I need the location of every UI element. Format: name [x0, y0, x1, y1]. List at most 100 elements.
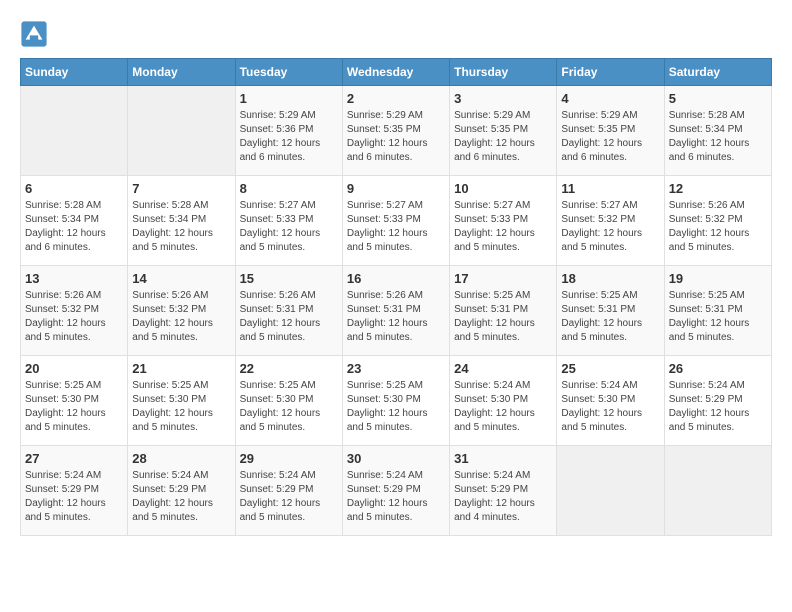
calendar-cell: 7 Sunrise: 5:28 AM Sunset: 5:34 PM Daylig…	[128, 176, 235, 266]
day-number: 1	[240, 91, 338, 106]
day-number: 9	[347, 181, 445, 196]
calendar-cell: 19 Sunrise: 5:25 AM Sunset: 5:31 PM Dayli…	[664, 266, 771, 356]
day-number: 3	[454, 91, 552, 106]
day-info: Sunrise: 5:28 AM Sunset: 5:34 PM Dayligh…	[669, 109, 767, 165]
day-number: 24	[454, 361, 552, 376]
day-number: 26	[669, 361, 767, 376]
day-info: Sunrise: 5:27 AM Sunset: 5:32 PM Dayligh…	[561, 199, 659, 255]
calendar-cell	[21, 86, 128, 176]
day-info: Sunrise: 5:25 AM Sunset: 5:30 PM Dayligh…	[25, 379, 123, 435]
calendar-cell: 23Sunrise: 5:25 AM Sunset: 5:30 PM Dayli…	[342, 356, 449, 446]
day-info: Sunrise: 5:26 AM Sunset: 5:31 PM Dayligh…	[240, 289, 338, 345]
calendar-cell: 21 Sunrise: 5:25 AM Sunset: 5:30 PM Dayli…	[128, 356, 235, 446]
day-info: Sunrise: 5:25 AM Sunset: 5:30 PM Dayligh…	[347, 379, 445, 435]
day-info: Sunrise: 5:24 AM Sunset: 5:30 PM Dayligh…	[561, 379, 659, 435]
logo-icon	[20, 20, 48, 48]
day-info: Sunrise: 5:27 AM Sunset: 5:33 PM Dayligh…	[454, 199, 552, 255]
day-number: 5	[669, 91, 767, 106]
day-number: 19	[669, 271, 767, 286]
calendar-cell: 8 Sunrise: 5:27 AM Sunset: 5:33 PM Daylig…	[235, 176, 342, 266]
day-info: Sunrise: 5:25 AM Sunset: 5:31 PM Dayligh…	[669, 289, 767, 345]
day-info: Sunrise: 5:25 AM Sunset: 5:31 PM Dayligh…	[561, 289, 659, 345]
calendar-cell: 30 Sunrise: 5:24 AM Sunset: 5:29 PM Dayli…	[342, 446, 449, 536]
day-info: Sunrise: 5:28 AM Sunset: 5:34 PM Dayligh…	[25, 199, 123, 255]
week-row-5: 27 Sunrise: 5:24 AM Sunset: 5:29 PM Dayli…	[21, 446, 772, 536]
day-number: 15	[240, 271, 338, 286]
day-info: Sunrise: 5:29 AM Sunset: 5:35 PM Dayligh…	[347, 109, 445, 165]
column-header-tuesday: Tuesday	[235, 59, 342, 86]
calendar-cell: 16 Sunrise: 5:26 AM Sunset: 5:31 PM Dayli…	[342, 266, 449, 356]
day-info: Sunrise: 5:24 AM Sunset: 5:29 PM Dayligh…	[454, 469, 552, 525]
week-row-3: 13 Sunrise: 5:26 AM Sunset: 5:32 PM Dayli…	[21, 266, 772, 356]
calendar-cell: 28 Sunrise: 5:24 AM Sunset: 5:29 PM Dayli…	[128, 446, 235, 536]
calendar-header-row: SundayMondayTuesdayWednesdayThursdayFrid…	[21, 59, 772, 86]
calendar-cell: 10 Sunrise: 5:27 AM Sunset: 5:33 PM Dayli…	[450, 176, 557, 266]
calendar-cell: 18 Sunrise: 5:25 AM Sunset: 5:31 PM Dayli…	[557, 266, 664, 356]
day-info: Sunrise: 5:25 AM Sunset: 5:31 PM Dayligh…	[454, 289, 552, 345]
day-info: Sunrise: 5:26 AM Sunset: 5:31 PM Dayligh…	[347, 289, 445, 345]
day-info: Sunrise: 5:26 AM Sunset: 5:32 PM Dayligh…	[132, 289, 230, 345]
calendar-cell	[664, 446, 771, 536]
day-number: 12	[669, 181, 767, 196]
calendar-cell: 27Sunrise: 5:24 AM Sunset: 5:29 PM Dayli…	[21, 446, 128, 536]
day-number: 11	[561, 181, 659, 196]
calendar-cell	[557, 446, 664, 536]
day-number: 27	[25, 451, 123, 466]
day-number: 2	[347, 91, 445, 106]
day-info: Sunrise: 5:27 AM Sunset: 5:33 PM Dayligh…	[347, 199, 445, 255]
day-number: 13	[25, 271, 123, 286]
calendar-cell: 11 Sunrise: 5:27 AM Sunset: 5:32 PM Dayli…	[557, 176, 664, 266]
day-info: Sunrise: 5:29 AM Sunset: 5:35 PM Dayligh…	[561, 109, 659, 165]
day-number: 10	[454, 181, 552, 196]
column-header-saturday: Saturday	[664, 59, 771, 86]
calendar-cell: 22Sunrise: 5:25 AM Sunset: 5:30 PM Dayli…	[235, 356, 342, 446]
day-number: 16	[347, 271, 445, 286]
day-info: Sunrise: 5:24 AM Sunset: 5:29 PM Dayligh…	[240, 469, 338, 525]
column-header-monday: Monday	[128, 59, 235, 86]
calendar-cell: 31 Sunrise: 5:24 AM Sunset: 5:29 PM Dayli…	[450, 446, 557, 536]
day-info: Sunrise: 5:29 AM Sunset: 5:35 PM Dayligh…	[454, 109, 552, 165]
calendar-cell: 3 Sunrise: 5:29 AM Sunset: 5:35 PM Daylig…	[450, 86, 557, 176]
day-info: Sunrise: 5:25 AM Sunset: 5:30 PM Dayligh…	[240, 379, 338, 435]
calendar-cell: 1Sunrise: 5:29 AM Sunset: 5:36 PM Daylig…	[235, 86, 342, 176]
day-number: 6	[25, 181, 123, 196]
logo	[20, 20, 52, 48]
calendar-cell: 5 Sunrise: 5:28 AM Sunset: 5:34 PM Daylig…	[664, 86, 771, 176]
day-info: Sunrise: 5:28 AM Sunset: 5:34 PM Dayligh…	[132, 199, 230, 255]
day-info: Sunrise: 5:24 AM Sunset: 5:30 PM Dayligh…	[454, 379, 552, 435]
day-number: 17	[454, 271, 552, 286]
calendar-table: SundayMondayTuesdayWednesdayThursdayFrid…	[20, 58, 772, 536]
week-row-1: 1Sunrise: 5:29 AM Sunset: 5:36 PM Daylig…	[21, 86, 772, 176]
calendar-cell: 4Sunrise: 5:29 AM Sunset: 5:35 PM Daylig…	[557, 86, 664, 176]
calendar-cell: 29 Sunrise: 5:24 AM Sunset: 5:29 PM Dayli…	[235, 446, 342, 536]
page-header	[20, 20, 772, 48]
day-number: 21	[132, 361, 230, 376]
calendar-cell: 26 Sunrise: 5:24 AM Sunset: 5:29 PM Dayli…	[664, 356, 771, 446]
day-number: 30	[347, 451, 445, 466]
day-info: Sunrise: 5:26 AM Sunset: 5:32 PM Dayligh…	[669, 199, 767, 255]
calendar-cell: 2 Sunrise: 5:29 AM Sunset: 5:35 PM Daylig…	[342, 86, 449, 176]
day-number: 20	[25, 361, 123, 376]
week-row-4: 20 Sunrise: 5:25 AM Sunset: 5:30 PM Dayli…	[21, 356, 772, 446]
calendar-cell: 24 Sunrise: 5:24 AM Sunset: 5:30 PM Dayli…	[450, 356, 557, 446]
calendar-cell: 9 Sunrise: 5:27 AM Sunset: 5:33 PM Daylig…	[342, 176, 449, 266]
day-info: Sunrise: 5:27 AM Sunset: 5:33 PM Dayligh…	[240, 199, 338, 255]
day-number: 29	[240, 451, 338, 466]
day-number: 8	[240, 181, 338, 196]
day-info: Sunrise: 5:24 AM Sunset: 5:29 PM Dayligh…	[669, 379, 767, 435]
day-info: Sunrise: 5:26 AM Sunset: 5:32 PM Dayligh…	[25, 289, 123, 345]
day-info: Sunrise: 5:25 AM Sunset: 5:30 PM Dayligh…	[132, 379, 230, 435]
calendar-cell: 13 Sunrise: 5:26 AM Sunset: 5:32 PM Dayli…	[21, 266, 128, 356]
day-number: 7	[132, 181, 230, 196]
day-info: Sunrise: 5:24 AM Sunset: 5:29 PM Dayligh…	[132, 469, 230, 525]
column-header-wednesday: Wednesday	[342, 59, 449, 86]
calendar-cell: 25Sunrise: 5:24 AM Sunset: 5:30 PM Dayli…	[557, 356, 664, 446]
week-row-2: 6 Sunrise: 5:28 AM Sunset: 5:34 PM Daylig…	[21, 176, 772, 266]
day-info: Sunrise: 5:24 AM Sunset: 5:29 PM Dayligh…	[347, 469, 445, 525]
day-number: 18	[561, 271, 659, 286]
column-header-sunday: Sunday	[21, 59, 128, 86]
day-number: 31	[454, 451, 552, 466]
day-number: 28	[132, 451, 230, 466]
calendar-cell: 12 Sunrise: 5:26 AM Sunset: 5:32 PM Dayli…	[664, 176, 771, 266]
calendar-cell: 20 Sunrise: 5:25 AM Sunset: 5:30 PM Dayli…	[21, 356, 128, 446]
